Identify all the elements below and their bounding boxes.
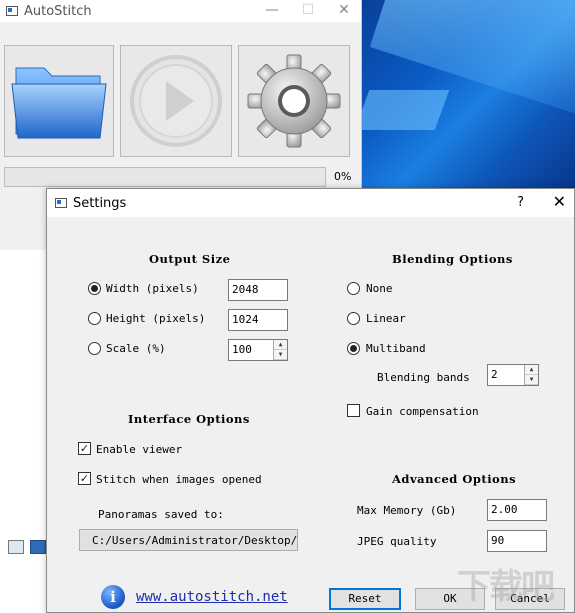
scale-spinbox[interactable]: 100 ▲ ▼: [228, 339, 288, 361]
settings-dialog: Settings ? ✕ Output Size Width (pixels) …: [46, 188, 575, 613]
gain-compensation-checkbox[interactable]: [347, 404, 360, 417]
blend-multiband-label: Multiband: [366, 342, 426, 355]
gain-compensation-label: Gain compensation: [366, 405, 479, 418]
main-window-title: AutoStitch: [24, 3, 92, 19]
save-path-button[interactable]: C:/Users/Administrator/Desktop/: [79, 529, 298, 551]
viewer-panel: [0, 250, 46, 613]
progress-percent: 0%: [334, 170, 352, 183]
bands-spin-buttons[interactable]: ▲ ▼: [524, 365, 538, 385]
enable-viewer-label: Enable viewer: [96, 443, 183, 456]
settings-app-icon: [55, 198, 67, 208]
main-titlebar: AutoStitch — ☐ ✕: [0, 0, 361, 22]
minimize-button[interactable]: —: [265, 2, 279, 18]
jpeg-quality-label: JPEG quality: [357, 535, 437, 548]
height-label: Height (pixels): [106, 312, 206, 325]
advanced-options-heading: Advanced Options: [392, 472, 517, 486]
blending-bands-label: Blending bands: [377, 371, 470, 384]
blend-none-radio[interactable]: [347, 282, 360, 295]
panoramas-saved-label: Panoramas saved to:: [98, 508, 224, 521]
settings-gear-button[interactable]: [238, 45, 350, 157]
open-folder-button[interactable]: [4, 45, 114, 157]
scale-value: 100: [232, 343, 252, 356]
scale-label: Scale (%): [106, 342, 166, 355]
image-view-icon[interactable]: [30, 540, 46, 554]
autostitch-website-link[interactable]: www.autostitch.net: [136, 589, 288, 605]
settings-title: Settings: [73, 195, 127, 211]
output-size-heading: Output Size: [149, 252, 231, 266]
wallpaper-light-beam-small: [362, 90, 450, 130]
watermark-logo: 下载吧: [457, 567, 555, 607]
stitch-when-opened-label: Stitch when images opened: [96, 473, 262, 486]
stitch-when-opened-checkbox[interactable]: ✓: [78, 472, 91, 485]
blending-options-heading: Blending Options: [392, 252, 513, 266]
close-button[interactable]: ✕: [337, 2, 351, 18]
width-radio[interactable]: [88, 282, 101, 295]
settings-close-button[interactable]: ✕: [553, 192, 566, 211]
folder-icon: [11, 67, 107, 139]
width-label: Width (pixels): [106, 282, 199, 295]
height-radio[interactable]: [88, 312, 101, 325]
settings-titlebar: Settings ? ✕: [47, 189, 574, 217]
height-input[interactable]: 1024: [228, 309, 288, 331]
max-memory-label: Max Memory (Gb): [357, 504, 457, 517]
jpeg-quality-input[interactable]: 90: [487, 530, 547, 552]
desktop-wallpaper: [362, 0, 575, 190]
info-icon: i: [101, 585, 125, 609]
spin-down-icon[interactable]: ▼: [274, 350, 287, 360]
main-toolbar: [4, 45, 350, 157]
blending-bands-value: 2: [491, 368, 498, 381]
bands-up-icon[interactable]: ▲: [525, 365, 538, 375]
spin-up-icon[interactable]: ▲: [274, 340, 287, 350]
bands-down-icon[interactable]: ▼: [525, 375, 538, 385]
stitch-play-button[interactable]: [120, 45, 232, 157]
app-icon: [6, 6, 18, 16]
interface-options-heading: Interface Options: [128, 412, 250, 426]
gear-icon: [247, 54, 341, 148]
blend-multiband-radio[interactable]: [347, 342, 360, 355]
list-view-icon[interactable]: [8, 540, 24, 554]
scale-spin-buttons[interactable]: ▲ ▼: [273, 340, 287, 360]
scale-radio[interactable]: [88, 342, 101, 355]
enable-viewer-checkbox[interactable]: ✓: [78, 442, 91, 455]
blend-linear-radio[interactable]: [347, 312, 360, 325]
maximize-button[interactable]: ☐: [301, 2, 315, 18]
width-input[interactable]: 2048: [228, 279, 288, 301]
stitch-progress: 0%: [4, 167, 354, 187]
reset-button[interactable]: Reset: [329, 588, 401, 610]
progress-bar: [4, 167, 326, 187]
play-icon: [130, 55, 222, 147]
blending-bands-spinbox[interactable]: 2 ▲ ▼: [487, 364, 539, 386]
blend-none-label: None: [366, 282, 393, 295]
help-button[interactable]: ?: [517, 195, 524, 210]
blend-linear-label: Linear: [366, 312, 406, 325]
max-memory-input[interactable]: 2.00: [487, 499, 547, 521]
